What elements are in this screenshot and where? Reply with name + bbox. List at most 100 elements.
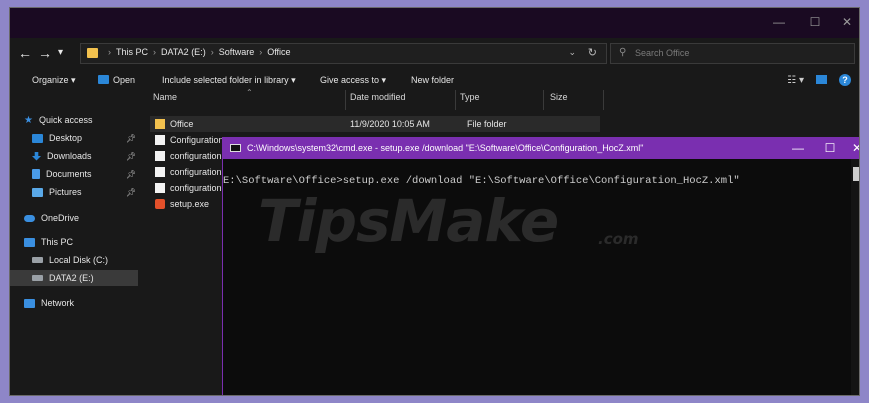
pin-icon[interactable]: 📌︎ bbox=[126, 188, 136, 197]
drive-icon bbox=[32, 257, 43, 263]
help-icon[interactable]: ? bbox=[839, 74, 851, 86]
file-row[interactable]: Office 11/9/2020 10:05 AM File folder bbox=[150, 116, 600, 132]
open-button[interactable]: Open bbox=[98, 75, 135, 85]
sidebar-item-label: OneDrive bbox=[41, 213, 80, 223]
sidebar-item-label: Pictures bbox=[49, 187, 82, 197]
column-header-type[interactable]: Type bbox=[460, 92, 480, 102]
column-divider[interactable] bbox=[543, 90, 544, 110]
search-placeholder: Search Office bbox=[635, 48, 690, 58]
sidebar-item-data2[interactable]: DATA2 (E:) bbox=[10, 270, 138, 286]
column-divider[interactable] bbox=[603, 90, 604, 110]
file-name: configuration bbox=[170, 183, 222, 193]
sidebar-item-downloads[interactable]: Downloads 📌︎ bbox=[32, 148, 136, 164]
breadcrumb-office[interactable]: Office bbox=[267, 47, 290, 57]
column-header-name[interactable]: Name bbox=[153, 92, 177, 102]
breadcrumb: › This PC › DATA2 (E:) › Software › Office bbox=[108, 47, 291, 57]
pin-icon[interactable]: 📌︎ bbox=[126, 170, 136, 179]
refresh-icon[interactable]: ↻ bbox=[588, 46, 597, 59]
pin-icon[interactable]: 📌︎ bbox=[126, 152, 136, 161]
cmd-console[interactable]: E:\Software\Office>setup.exe /download "… bbox=[223, 159, 859, 395]
sidebar-item-documents[interactable]: Documents 📌︎ bbox=[32, 166, 136, 182]
address-bar[interactable]: › This PC › DATA2 (E:) › Software › Office ⌄ ↻ bbox=[80, 43, 607, 64]
sidebar-item-label: Desktop bbox=[49, 133, 83, 143]
sidebar-item-this-pc[interactable]: This PC bbox=[24, 234, 73, 250]
details-pane-icon[interactable] bbox=[816, 75, 827, 84]
breadcrumb-this-pc[interactable]: This PC bbox=[116, 47, 148, 57]
cloud-icon bbox=[24, 214, 35, 222]
navigation-pane: ★ Quick access Desktop 📌︎ Downloads 📌︎ Docu… bbox=[10, 98, 140, 395]
cmd-scrollbar[interactable] bbox=[851, 159, 859, 395]
explorer-minimize-button[interactable]: — bbox=[764, 12, 794, 32]
download-icon bbox=[32, 151, 41, 161]
breadcrumb-data2[interactable]: DATA2 (E:) bbox=[161, 47, 206, 57]
forward-button[interactable]: → bbox=[38, 44, 52, 62]
search-box[interactable]: ⚲ Search Office bbox=[610, 43, 855, 64]
file-type: File folder bbox=[467, 119, 507, 129]
star-icon: ★ bbox=[24, 114, 33, 126]
file-row[interactable]: configuration bbox=[150, 148, 222, 164]
sidebar-item-local-disk[interactable]: Local Disk (C:) bbox=[32, 252, 108, 268]
sidebar-item-network[interactable]: Network bbox=[24, 295, 74, 311]
cmd-titlebar[interactable]: C:\Windows\system32\cmd.exe - setup.exe … bbox=[223, 137, 859, 159]
column-header-size[interactable]: Size bbox=[550, 92, 568, 102]
sidebar-item-label: Downloads bbox=[47, 151, 92, 161]
file-row[interactable]: setup.exe bbox=[150, 196, 209, 212]
sidebar-item-quick-access[interactable]: ★ Quick access bbox=[24, 112, 93, 128]
organize-button[interactable]: Organize ▾ bbox=[32, 75, 76, 86]
column-divider[interactable] bbox=[345, 90, 346, 110]
document-icon bbox=[155, 135, 165, 145]
search-icon: ⚲ bbox=[619, 47, 627, 58]
give-access-button[interactable]: Give access to ▾ bbox=[320, 75, 386, 86]
explorer-maximize-button[interactable]: ☐ bbox=[800, 12, 830, 32]
sidebar-item-desktop[interactable]: Desktop 📌︎ bbox=[32, 130, 136, 146]
cmd-close-button[interactable]: ✕ bbox=[847, 140, 859, 156]
documents-icon bbox=[32, 169, 40, 179]
cmd-output-line: E:\Software\Office>setup.exe /download "… bbox=[223, 175, 740, 187]
document-icon bbox=[155, 183, 165, 193]
document-icon bbox=[155, 167, 165, 177]
file-row[interactable]: Configuration bbox=[150, 132, 224, 148]
desktop-icon bbox=[32, 133, 43, 143]
explorer-titlebar: — ☐ ✕ bbox=[10, 8, 859, 38]
sidebar-item-label: Local Disk (C:) bbox=[49, 255, 109, 265]
recent-locations-button[interactable]: ▾ bbox=[58, 44, 63, 62]
document-icon bbox=[155, 151, 165, 161]
cmd-minimize-button[interactable]: — bbox=[783, 140, 813, 156]
explorer-close-button[interactable]: ✕ bbox=[832, 12, 859, 32]
breadcrumb-software[interactable]: Software bbox=[219, 47, 255, 57]
computer-icon bbox=[24, 237, 35, 247]
address-dropdown-icon[interactable]: ⌄ bbox=[568, 47, 576, 58]
pin-icon[interactable]: 📌︎ bbox=[126, 134, 136, 143]
sidebar-item-label: Network bbox=[41, 298, 75, 308]
column-divider[interactable] bbox=[455, 90, 456, 110]
folder-icon bbox=[87, 48, 98, 58]
cmd-window-title: C:\Windows\system32\cmd.exe - setup.exe … bbox=[247, 143, 644, 153]
view-options-icon[interactable]: ☷ ▾ bbox=[787, 75, 804, 86]
cmd-maximize-button[interactable]: ☐ bbox=[815, 140, 845, 156]
sidebar-item-label: Quick access bbox=[38, 115, 93, 125]
back-button[interactable]: ← bbox=[18, 44, 32, 62]
command-bar: Organize ▾ Open Include selected folder … bbox=[10, 70, 859, 92]
file-name: Configuration bbox=[170, 135, 224, 145]
new-folder-button[interactable]: New folder bbox=[411, 75, 454, 85]
network-icon bbox=[24, 298, 35, 308]
file-name: Office bbox=[170, 119, 194, 129]
pictures-icon bbox=[32, 187, 43, 197]
terminal-icon bbox=[230, 144, 241, 152]
office-icon bbox=[155, 199, 165, 209]
file-row[interactable]: configuration bbox=[150, 164, 222, 180]
cmd-scrollbar-thumb[interactable] bbox=[853, 167, 859, 181]
sidebar-item-label: DATA2 (E:) bbox=[49, 273, 94, 283]
folder-icon bbox=[155, 119, 165, 129]
file-name: configuration bbox=[170, 151, 222, 161]
include-in-library-button[interactable]: Include selected folder in library ▾ bbox=[162, 75, 296, 86]
column-header-date[interactable]: Date modified bbox=[350, 92, 406, 102]
sidebar-item-onedrive[interactable]: OneDrive bbox=[24, 210, 79, 226]
sort-ascending-icon: ⌃ bbox=[246, 88, 253, 97]
file-row[interactable]: configuration bbox=[150, 180, 222, 196]
sidebar-item-label: Documents bbox=[46, 169, 92, 179]
screenshot-frame: — ☐ ✕ ← → ▾ ↑ ›This PC›DATA2 (E:)›Softwa… bbox=[9, 7, 860, 396]
cmd-window[interactable]: C:\Windows\system32\cmd.exe - setup.exe … bbox=[222, 137, 859, 395]
sidebar-item-pictures[interactable]: Pictures 📌︎ bbox=[32, 184, 136, 200]
view-controls: ☷ ▾? bbox=[787, 74, 851, 86]
